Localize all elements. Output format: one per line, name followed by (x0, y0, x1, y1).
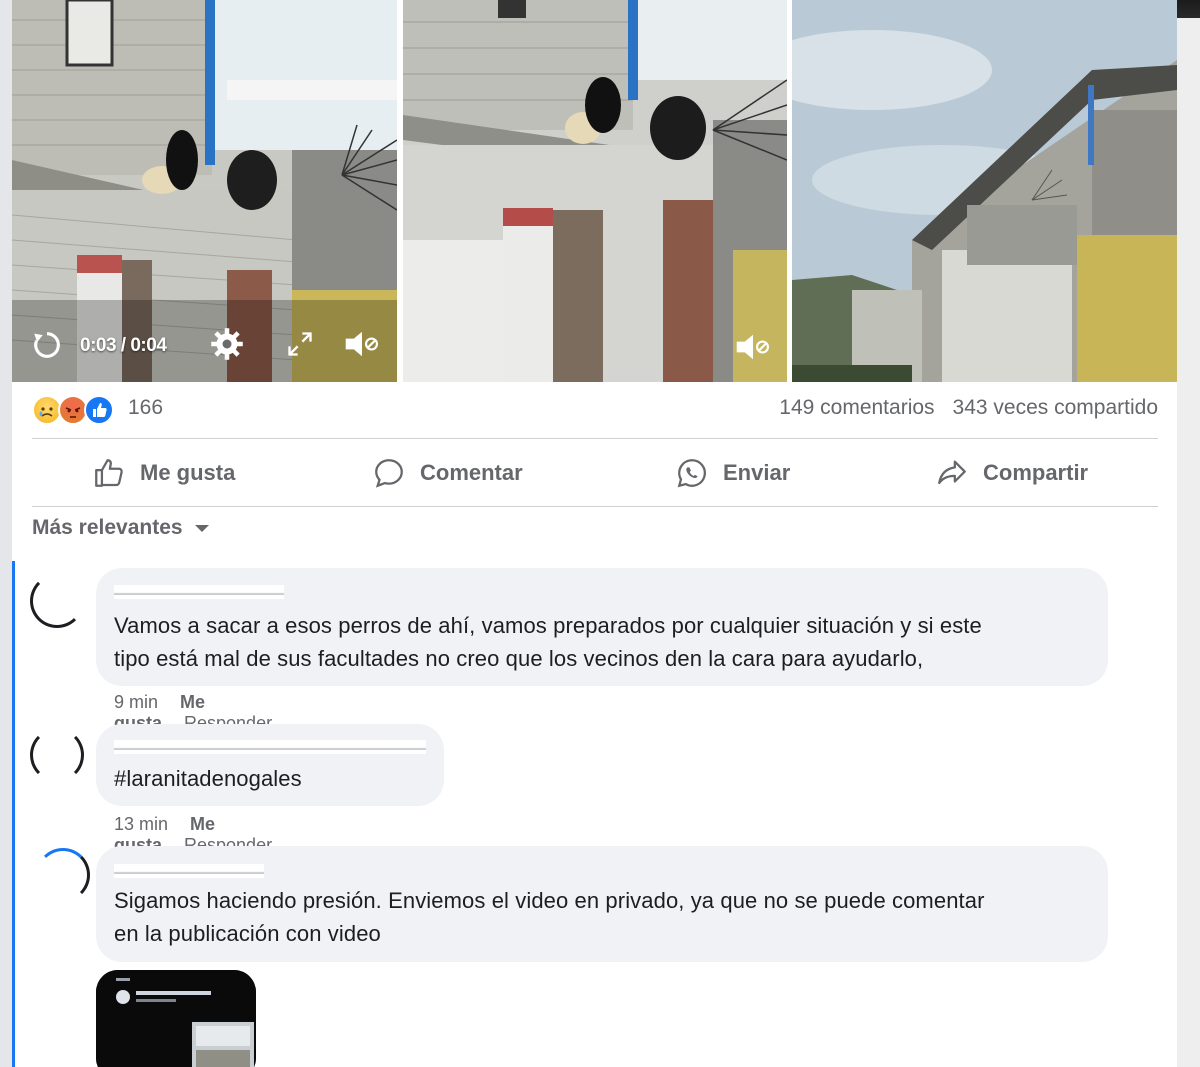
comment-sort-dropdown[interactable]: Más relevantes (32, 516, 211, 540)
comment-highlight-bar (12, 561, 15, 1067)
commenter-name-redacted[interactable] (114, 864, 264, 878)
commenter-name-redacted[interactable] (114, 740, 426, 754)
video-time: 0:03 / 0:04 (80, 335, 167, 356)
comment-text-line: Vamos a sacar a esos perros de ahí, vamo… (114, 613, 982, 638)
volume-muted-icon[interactable] (734, 330, 772, 364)
comments-count[interactable]: 149 comentarios (779, 396, 934, 419)
like-reaction-icon (84, 395, 114, 425)
like-label: Me gusta (140, 460, 236, 485)
post-stats: 166 149 comentarios 343 veces compartido (32, 392, 1158, 432)
share-button[interactable]: Compartir (935, 443, 1088, 503)
photo-2[interactable] (403, 0, 787, 382)
window-edge (1177, 0, 1200, 1067)
video-controls (12, 310, 397, 382)
comment-text-line: en la publicación con video (114, 921, 381, 946)
like-button[interactable]: Me gusta (92, 443, 235, 503)
whatsapp-icon (677, 459, 707, 488)
comment-label: Comentar (420, 460, 523, 485)
post-actions: Me gusta Comentar Enviar Compartir (32, 443, 1158, 503)
comment-bubble: Vamos a sacar a esos perros de ahí, vamo… (96, 568, 1108, 686)
share-arrow-icon (938, 460, 966, 485)
comment-text-line: #laranitadenogales (114, 766, 302, 791)
comment-button[interactable]: Comentar (372, 443, 523, 503)
replay-icon[interactable] (30, 328, 64, 362)
comment-bubble-icon (375, 459, 403, 488)
thumbs-up-icon (95, 459, 123, 487)
comment-time[interactable]: 13 min (114, 814, 168, 834)
send-whatsapp-button[interactable]: Enviar (675, 443, 790, 503)
reaction-count[interactable]: 166 (128, 396, 163, 420)
photo-3[interactable] (792, 0, 1177, 382)
post-media: 0:03 / 0:04 (12, 0, 1177, 382)
phone-screenshot-thumbnail (96, 970, 256, 1067)
settings-icon[interactable] (209, 326, 245, 362)
comment-bubble: Sigamos haciendo presión. Enviemos el vi… (96, 846, 1108, 962)
comment-bubble: #laranitadenogales (96, 724, 444, 806)
avatar[interactable] (30, 728, 84, 782)
divider (32, 438, 1158, 439)
commenter-name-redacted[interactable] (114, 585, 284, 599)
avatar[interactable] (30, 574, 84, 628)
volume-muted-icon[interactable] (343, 327, 381, 361)
comment-time[interactable]: 9 min (114, 692, 158, 712)
video-player[interactable]: 0:03 / 0:04 (12, 0, 397, 382)
comment-attachment-image[interactable] (96, 970, 256, 1067)
dogs-on-ledge-image (403, 0, 787, 382)
avatar[interactable] (36, 848, 90, 902)
building-exterior-image (792, 0, 1177, 382)
fullscreen-icon[interactable] (286, 330, 314, 358)
divider (32, 506, 1158, 507)
shares-count[interactable]: 343 veces compartido (953, 396, 1158, 419)
post-card: 0:03 / 0:04 166 149 comentarios 343 vece… (12, 0, 1177, 1067)
send-label: Enviar (723, 460, 791, 485)
caret-down-icon (194, 525, 209, 532)
comment-text-line: Sigamos haciendo presión. Enviemos el vi… (114, 888, 985, 913)
sort-label: Más relevantes (32, 516, 183, 539)
comment-text-line: tipo está mal de sus facultades no creo … (114, 646, 924, 671)
engagement-counts: 149 comentarios 343 veces compartido (761, 396, 1158, 420)
share-label: Compartir (983, 460, 1089, 485)
